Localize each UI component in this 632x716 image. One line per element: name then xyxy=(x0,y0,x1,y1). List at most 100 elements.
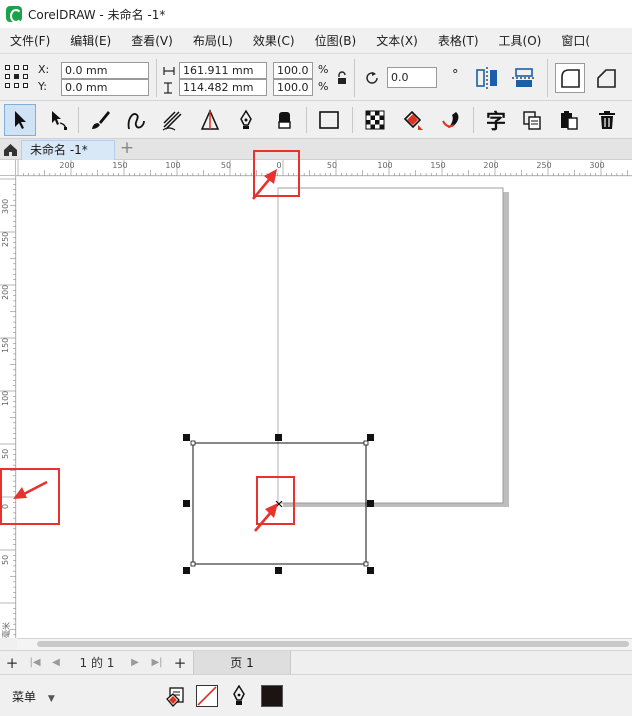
selection-handle[interactable] xyxy=(183,500,190,507)
mirror-horizontal-icon[interactable] xyxy=(473,65,501,91)
paste-icon[interactable] xyxy=(553,104,585,136)
vertical-ruler[interactable]: 300 250 200 150 100 50 0 50 毫米 xyxy=(0,176,16,638)
separator xyxy=(354,59,355,97)
add-page-before-button[interactable]: + xyxy=(2,651,22,675)
selection-handle[interactable] xyxy=(275,567,282,574)
rectangle-tool-icon[interactable] xyxy=(313,104,345,136)
arrow-icon xyxy=(251,169,277,200)
previous-page-button[interactable]: ◀ xyxy=(46,651,66,675)
page[interactable] xyxy=(277,187,504,504)
scrollbar-thumb[interactable] xyxy=(37,641,629,647)
eraser-tool-icon[interactable] xyxy=(268,104,300,136)
menu-table[interactable]: 表格(T) xyxy=(428,28,489,54)
menu-bitmaps[interactable]: 位图(B) xyxy=(305,28,367,54)
coreldraw-logo-icon xyxy=(6,6,22,23)
dimension-tool-icon[interactable] xyxy=(194,104,226,136)
selection-handle[interactable] xyxy=(367,567,374,574)
pick-tool-icon[interactable] xyxy=(4,104,36,136)
menu-text[interactable]: 文本(X) xyxy=(366,28,428,54)
menu-effects[interactable]: 效果(C) xyxy=(243,28,305,54)
corner-node[interactable] xyxy=(363,561,369,567)
brush-tool-icon[interactable] xyxy=(84,104,116,136)
round-corner-icon[interactable] xyxy=(555,63,585,93)
delete-icon[interactable] xyxy=(591,104,623,136)
status-menu-label: 菜单 xyxy=(12,690,37,704)
menu-file[interactable]: 文件(F) xyxy=(0,28,60,54)
lock-ratio-icon[interactable] xyxy=(334,69,350,87)
mirror-vertical-icon[interactable] xyxy=(510,65,538,91)
corner-node[interactable] xyxy=(363,440,369,446)
ruler-label: 100 xyxy=(1,390,10,406)
arrow-icon xyxy=(13,480,48,499)
separator xyxy=(473,107,474,133)
page-tab-1[interactable]: 页 1 xyxy=(193,651,291,675)
separator xyxy=(352,107,353,133)
height-icon xyxy=(164,82,172,94)
canvas-drawing xyxy=(183,187,509,574)
ruler-label: 50 xyxy=(1,448,10,459)
ruler-label: 50 xyxy=(1,554,10,565)
horizontal-ruler[interactable]: 200 150 100 50 0 50 100 150 200 250 300 xyxy=(16,160,632,176)
no-fill-icon[interactable] xyxy=(196,685,218,707)
pattern-fill-icon[interactable] xyxy=(359,104,391,136)
ruler-corner[interactable] xyxy=(0,160,16,176)
status-menu-button[interactable]: 菜单 ▼ xyxy=(12,688,55,705)
x-label: X: xyxy=(38,63,50,76)
height-field[interactable]: 114.482 mm xyxy=(179,79,267,96)
x-position-field[interactable]: 0.0 mm xyxy=(61,62,149,79)
rotation-field[interactable]: 0.0 xyxy=(387,67,437,88)
scale-width-field[interactable]: 100.0 xyxy=(273,62,313,79)
menu-tools[interactable]: 工具(O) xyxy=(489,28,552,54)
percent-label: % xyxy=(318,80,329,93)
corner-node[interactable] xyxy=(190,440,196,446)
copy-icon[interactable] xyxy=(516,104,548,136)
shape-tool-icon[interactable] xyxy=(42,104,74,136)
first-page-button[interactable]: |◀ xyxy=(24,651,46,675)
menu-edit[interactable]: 编辑(E) xyxy=(60,28,121,54)
text-tool-icon[interactable]: 字 xyxy=(480,104,512,136)
chamfer-corner-icon[interactable] xyxy=(591,63,621,93)
new-document-tab-button[interactable]: + xyxy=(118,139,136,159)
selection-handle[interactable] xyxy=(367,434,374,441)
home-icon[interactable] xyxy=(2,141,19,158)
reference-point-icon[interactable] xyxy=(5,65,29,89)
ruler-label: 100 xyxy=(377,161,393,170)
width-field[interactable]: 161.911 mm xyxy=(179,62,267,79)
selection-handle[interactable] xyxy=(367,500,374,507)
ruler-label: 50 xyxy=(220,161,232,170)
property-bar: X: 0.0 mm Y: 0.0 mm 161.911 mm 114.482 m… xyxy=(0,55,632,101)
toolbox: 字 xyxy=(0,101,632,139)
y-position-field[interactable]: 0.0 mm xyxy=(61,79,149,96)
menu-view[interactable]: 查看(V) xyxy=(121,28,183,54)
document-tab[interactable]: 未命名 -1* xyxy=(21,140,115,160)
object-properties-icon[interactable] xyxy=(164,685,186,707)
drawing-canvas[interactable] xyxy=(17,177,632,638)
last-page-button[interactable]: ▶| xyxy=(146,651,168,675)
scale-height-field[interactable]: 100.0 xyxy=(273,79,313,96)
width-icon xyxy=(163,67,175,75)
svg-text:字: 字 xyxy=(486,109,506,132)
corner-node[interactable] xyxy=(190,561,196,567)
ruler-label: 50 xyxy=(326,161,338,170)
degree-label: ° xyxy=(452,68,459,83)
smart-fill-icon[interactable] xyxy=(435,104,467,136)
menu-window[interactable]: 窗口( xyxy=(551,28,600,54)
selection-handle[interactable] xyxy=(183,567,190,574)
interactive-fill-icon[interactable] xyxy=(397,104,429,136)
horizontal-scrollbar[interactable] xyxy=(17,638,632,650)
artistic-media-icon[interactable] xyxy=(156,104,188,136)
next-page-button[interactable]: ▶ xyxy=(126,651,144,675)
menu-bar: 文件(F) 编辑(E) 查看(V) 布局(L) 效果(C) 位图(B) 文本(X… xyxy=(0,28,632,54)
outline-pen-icon[interactable] xyxy=(228,685,250,707)
pen-tool-icon[interactable] xyxy=(230,104,262,136)
selection-handle[interactable] xyxy=(275,434,282,441)
ruler-label: 200 xyxy=(1,284,10,300)
ruler-label: 250 xyxy=(1,231,10,247)
freehand-tool-icon[interactable] xyxy=(120,104,152,136)
ruler-label: 300 xyxy=(1,198,10,214)
menu-layout[interactable]: 布局(L) xyxy=(183,28,243,54)
add-page-after-button[interactable]: + xyxy=(170,651,190,675)
selection-handle[interactable] xyxy=(183,434,190,441)
y-label: Y: xyxy=(38,80,47,93)
fill-color-swatch[interactable] xyxy=(261,685,283,707)
